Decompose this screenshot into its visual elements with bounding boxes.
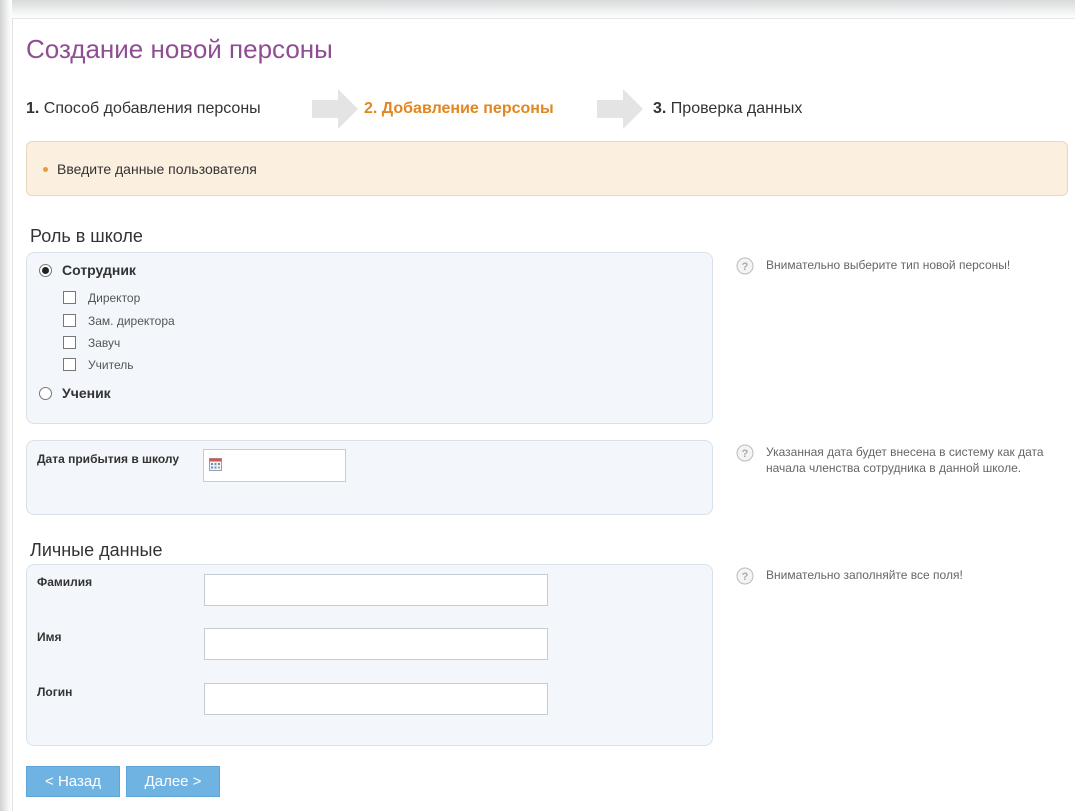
step-1-number: 1. — [26, 100, 40, 117]
arrival-date-input[interactable] — [203, 449, 346, 482]
login-label: Логин — [37, 685, 73, 699]
step-2-number: 2. — [364, 100, 378, 117]
step-1: 1. Способ добавления персоны — [26, 98, 261, 120]
arrival-date-label: Дата прибытия в школу — [37, 452, 180, 466]
checkbox-teacher-label[interactable]: Учитель — [88, 358, 133, 372]
role-section-title: Роль в школе — [30, 226, 143, 246]
window-frame-left — [0, 0, 12, 811]
login-input[interactable] — [204, 683, 548, 715]
window-frame-top — [0, 0, 1075, 18]
back-button[interactable]: < Назад — [26, 766, 120, 797]
name-input[interactable] — [204, 628, 548, 660]
radio-employee[interactable] — [39, 264, 52, 277]
page-title: Создание новой персоны — [26, 34, 333, 64]
checkbox-director-label[interactable]: Директор — [88, 291, 140, 305]
personal-hint-text: Внимательно заполняйте все поля! — [766, 568, 963, 582]
help-icon: ? — [736, 257, 754, 275]
step-1-label: Способ добавления персоны — [43, 100, 261, 117]
checkbox-deputy-director-label[interactable]: Зам. директора — [88, 314, 175, 328]
radio-student[interactable] — [39, 387, 52, 400]
role-hint-text: Внимательно выберите тип новой персоны! — [766, 258, 1011, 272]
surname-input[interactable] — [204, 574, 548, 606]
radio-student-label[interactable]: Ученик — [62, 385, 111, 401]
checkbox-head-teacher-label[interactable]: Завуч — [88, 336, 120, 350]
help-icon: ? — [736, 567, 754, 585]
personal-section-title: Личные данные — [30, 540, 163, 560]
help-icon: ? — [736, 444, 754, 462]
svg-text:?: ? — [742, 448, 749, 460]
step-arrow-icon — [312, 89, 358, 129]
step-arrow-icon — [597, 89, 643, 129]
step-3-number: 3. — [653, 100, 667, 117]
step-2: 2. Добавление персоны — [364, 98, 554, 120]
calendar-icon[interactable] — [209, 458, 222, 471]
step-2-label: Добавление персоны — [381, 100, 554, 117]
radio-employee-label[interactable]: Сотрудник — [62, 262, 136, 278]
notice-text: Введите данные пользователя — [57, 161, 257, 177]
svg-text:?: ? — [742, 261, 749, 273]
checkbox-head-teacher[interactable] — [63, 336, 76, 349]
step-3-label: Проверка данных — [670, 100, 803, 117]
checkbox-director[interactable] — [63, 291, 76, 304]
svg-text:?: ? — [742, 571, 749, 583]
arrival-hint-text: Указанная дата будет внесена в систему к… — [766, 445, 1044, 475]
checkbox-teacher[interactable] — [63, 358, 76, 371]
next-button[interactable]: Далее > — [126, 766, 220, 797]
name-label: Имя — [37, 630, 62, 644]
info-notice: Введите данные пользователя — [26, 141, 1068, 196]
surname-label: Фамилия — [37, 575, 93, 589]
window-border-top — [12, 18, 1075, 19]
window-border-left — [12, 18, 13, 811]
bullet-icon — [43, 167, 48, 172]
checkbox-deputy-director[interactable] — [63, 314, 76, 327]
step-3: 3. Проверка данных — [653, 98, 802, 120]
